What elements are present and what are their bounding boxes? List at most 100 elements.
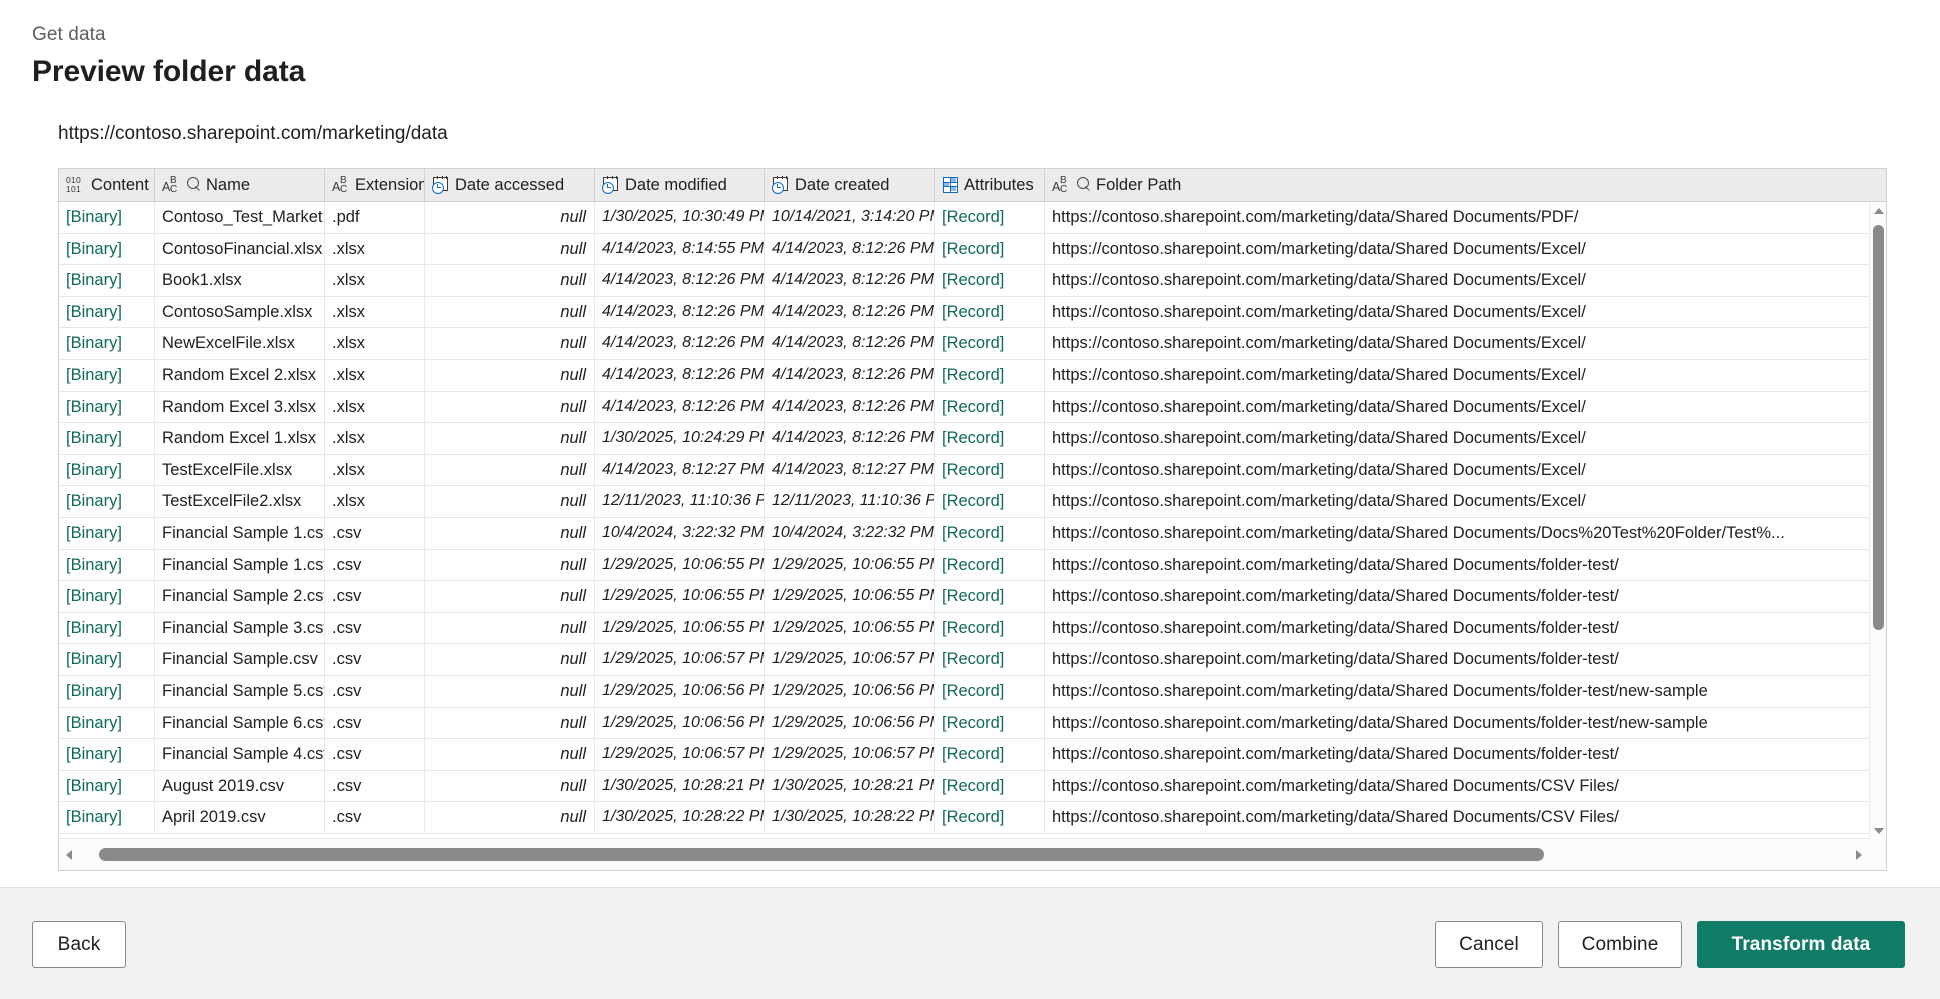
- binary-cell-link[interactable]: [Binary]: [66, 650, 122, 668]
- table-row[interactable]: [Binary] TestExcelFile.xlsx .xlsx null 4/14/…: [59, 454, 1886, 487]
- cell-content[interactable]: [Binary]: [59, 454, 155, 486]
- binary-cell-link[interactable]: [Binary]: [66, 492, 122, 510]
- cell-content[interactable]: [Binary]: [59, 549, 155, 581]
- cell-content[interactable]: [Binary]: [59, 802, 155, 833]
- cell-content[interactable]: [Binary]: [59, 423, 155, 454]
- column-header-attributes[interactable]: Attributes: [935, 169, 1045, 201]
- cell-attributes[interactable]: [Record]: [935, 675, 1045, 707]
- table-row[interactable]: [Binary] Random Excel 1.xlsx .xlsx null 1/30…: [59, 423, 1886, 455]
- cell-attributes[interactable]: [Record]: [935, 549, 1045, 581]
- cell-attributes[interactable]: [Record]: [935, 359, 1045, 391]
- table-row[interactable]: [Binary] Financial Sample.csv .csv null 1/29…: [59, 644, 1886, 676]
- record-cell-link[interactable]: [Record]: [942, 808, 1004, 826]
- table-row[interactable]: [Binary] April 2019.csv .csv null 1/30/2025,…: [59, 802, 1886, 834]
- column-header-extension[interactable]: ABC Extension: [325, 169, 425, 201]
- record-cell-link[interactable]: [Record]: [942, 587, 1004, 605]
- cell-content[interactable]: [Binary]: [59, 675, 155, 707]
- cell-content[interactable]: [Binary]: [59, 581, 155, 612]
- table-row[interactable]: [Binary] ContosoSample.xlsx .xlsx null 4/14/…: [59, 296, 1886, 329]
- table-row[interactable]: [Binary] Financial Sample 4.csv .csv null 1/…: [59, 739, 1886, 771]
- transform-data-button[interactable]: Transform data: [1697, 921, 1905, 968]
- cell-content[interactable]: [Binary]: [59, 770, 155, 802]
- cell-attributes[interactable]: [Record]: [935, 233, 1045, 265]
- record-cell-link[interactable]: [Record]: [942, 492, 1004, 510]
- table-row[interactable]: [Binary] August 2019.csv .csv null 1/30/2025…: [59, 770, 1886, 803]
- cell-content[interactable]: [Binary]: [59, 517, 155, 549]
- record-cell-link[interactable]: [Record]: [942, 208, 1004, 226]
- vertical-scrollbar[interactable]: [1869, 202, 1886, 839]
- binary-cell-link[interactable]: [Binary]: [66, 714, 122, 732]
- binary-cell-link[interactable]: [Binary]: [66, 619, 122, 637]
- table-row[interactable]: [Binary] Financial Sample 5.csv .csv null 1/…: [59, 675, 1886, 708]
- binary-cell-link[interactable]: [Binary]: [66, 429, 122, 447]
- cell-attributes[interactable]: [Record]: [935, 770, 1045, 802]
- binary-cell-link[interactable]: [Binary]: [66, 808, 122, 826]
- search-filter-icon[interactable]: [1075, 176, 1092, 194]
- column-header-date-modified[interactable]: Date modified: [595, 169, 765, 201]
- record-cell-link[interactable]: [Record]: [942, 777, 1004, 795]
- table-row[interactable]: [Binary] Random Excel 3.xlsx .xlsx null 4/14…: [59, 391, 1886, 424]
- record-cell-link[interactable]: [Record]: [942, 650, 1004, 668]
- cell-content[interactable]: [Binary]: [59, 612, 155, 644]
- table-row[interactable]: [Binary] TestExcelFile2.xlsx .xlsx null 12/1…: [59, 486, 1886, 518]
- cell-content[interactable]: [Binary]: [59, 486, 155, 517]
- record-cell-link[interactable]: [Record]: [942, 619, 1004, 637]
- cell-attributes[interactable]: [Record]: [935, 644, 1045, 675]
- column-header-folder-path[interactable]: ABC Folder Path: [1045, 169, 1886, 201]
- cell-attributes[interactable]: [Record]: [935, 296, 1045, 328]
- cell-attributes[interactable]: [Record]: [935, 581, 1045, 612]
- cell-attributes[interactable]: [Record]: [935, 739, 1045, 770]
- binary-cell-link[interactable]: [Binary]: [66, 745, 122, 763]
- record-cell-link[interactable]: [Record]: [942, 461, 1004, 479]
- cell-content[interactable]: [Binary]: [59, 328, 155, 359]
- table-row[interactable]: [Binary] Financial Sample 3.csv .csv null 1/…: [59, 612, 1886, 645]
- record-cell-link[interactable]: [Record]: [942, 524, 1004, 542]
- record-cell-link[interactable]: [Record]: [942, 745, 1004, 763]
- record-cell-link[interactable]: [Record]: [942, 271, 1004, 289]
- scroll-down-button[interactable]: [1870, 822, 1886, 839]
- cell-content[interactable]: [Binary]: [59, 644, 155, 675]
- binary-cell-link[interactable]: [Binary]: [66, 398, 122, 416]
- table-row[interactable]: [Binary] ContosoFinancial.xlsx .xlsx null 4/…: [59, 233, 1886, 266]
- scroll-left-button[interactable]: [59, 839, 79, 870]
- horizontal-scrollbar[interactable]: [59, 838, 1886, 870]
- binary-cell-link[interactable]: [Binary]: [66, 461, 122, 479]
- binary-cell-link[interactable]: [Binary]: [66, 366, 122, 384]
- record-cell-link[interactable]: [Record]: [942, 682, 1004, 700]
- cell-attributes[interactable]: [Record]: [935, 612, 1045, 644]
- vertical-scrollbar-thumb[interactable]: [1873, 225, 1884, 630]
- column-header-content[interactable]: 010 101 Content: [59, 169, 155, 201]
- search-filter-icon[interactable]: [185, 176, 202, 194]
- table-row[interactable]: [Binary] NewExcelFile.xlsx .xlsx null 4/14/2…: [59, 328, 1886, 360]
- cell-attributes[interactable]: [Record]: [935, 517, 1045, 549]
- cell-attributes[interactable]: [Record]: [935, 707, 1045, 739]
- table-row[interactable]: [Binary] Book1.xlsx .xlsx null 4/14/2023, 8:…: [59, 265, 1886, 297]
- record-cell-link[interactable]: [Record]: [942, 303, 1004, 321]
- scroll-up-button[interactable]: [1870, 202, 1886, 219]
- cell-attributes[interactable]: [Record]: [935, 454, 1045, 486]
- cell-attributes[interactable]: [Record]: [935, 802, 1045, 833]
- binary-cell-link[interactable]: [Binary]: [66, 208, 122, 226]
- cell-content[interactable]: [Binary]: [59, 202, 155, 233]
- cell-content[interactable]: [Binary]: [59, 296, 155, 328]
- horizontal-scrollbar-thumb[interactable]: [99, 848, 1544, 861]
- binary-cell-link[interactable]: [Binary]: [66, 556, 122, 574]
- record-cell-link[interactable]: [Record]: [942, 714, 1004, 732]
- column-header-date-created[interactable]: Date created: [765, 169, 935, 201]
- table-row[interactable]: [Binary] Financial Sample 6.csv .csv null 1/…: [59, 707, 1886, 740]
- back-button[interactable]: Back: [32, 921, 126, 968]
- binary-cell-link[interactable]: [Binary]: [66, 240, 122, 258]
- binary-cell-link[interactable]: [Binary]: [66, 334, 122, 352]
- column-header-name[interactable]: ABC Name: [155, 169, 325, 201]
- cell-attributes[interactable]: [Record]: [935, 423, 1045, 454]
- binary-cell-link[interactable]: [Binary]: [66, 524, 122, 542]
- binary-cell-link[interactable]: [Binary]: [66, 682, 122, 700]
- table-row[interactable]: [Binary] Financial Sample 1.csv .csv null 1/…: [59, 549, 1886, 582]
- cell-attributes[interactable]: [Record]: [935, 391, 1045, 423]
- cell-attributes[interactable]: [Record]: [935, 202, 1045, 233]
- table-row[interactable]: [Binary] Contoso_Test_Market.pdf .pdf null 1…: [59, 202, 1886, 234]
- cell-attributes[interactable]: [Record]: [935, 328, 1045, 359]
- scroll-right-button[interactable]: [1849, 839, 1869, 870]
- cell-attributes[interactable]: [Record]: [935, 265, 1045, 296]
- record-cell-link[interactable]: [Record]: [942, 334, 1004, 352]
